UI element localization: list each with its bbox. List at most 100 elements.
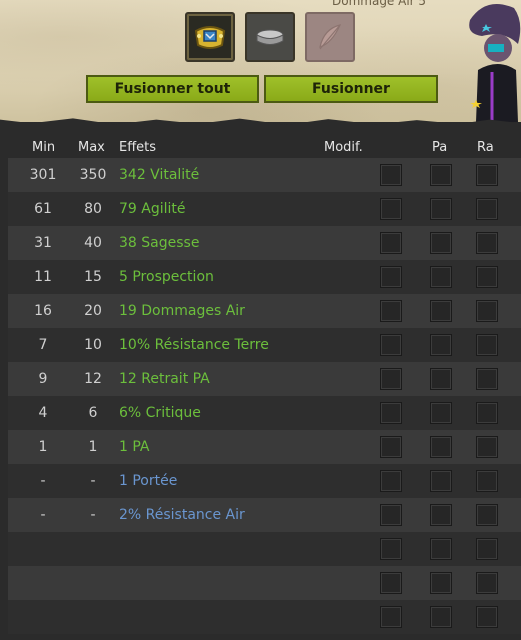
- table-row: - - 1 Portée: [8, 464, 521, 498]
- min-value: 4: [38, 405, 48, 421]
- table-row: [8, 600, 521, 634]
- pa-checkbox[interactable]: [430, 198, 452, 220]
- modif-checkbox[interactable]: [380, 266, 402, 288]
- effect-text: 342 Vitalité: [119, 167, 200, 183]
- ra-checkbox[interactable]: [476, 300, 498, 322]
- modif-checkbox[interactable]: [380, 538, 402, 560]
- min-value: 1: [38, 439, 48, 455]
- max-value: 12: [84, 371, 102, 387]
- max-value: 20: [84, 303, 102, 319]
- effect-text: 10% Résistance Terre: [119, 337, 269, 353]
- pa-checkbox[interactable]: [430, 164, 452, 186]
- feather-icon: [319, 24, 342, 50]
- effect-text: 1 Portée: [119, 473, 178, 489]
- table-row: 61 80 79 Agilité: [8, 192, 521, 226]
- modif-checkbox[interactable]: [380, 300, 402, 322]
- ra-checkbox[interactable]: [476, 164, 498, 186]
- ra-checkbox[interactable]: [476, 266, 498, 288]
- table-row: 7 10 10% Résistance Terre: [8, 328, 521, 362]
- rune-slot[interactable]: [245, 12, 295, 62]
- belt-item-icon: [194, 26, 226, 49]
- modif-checkbox[interactable]: [380, 572, 402, 594]
- pa-checkbox[interactable]: [430, 572, 452, 594]
- modif-checkbox[interactable]: [380, 334, 402, 356]
- effects-table: Min Max Effets Modif. Pa Ra 301 350 342 Vi…: [8, 136, 521, 634]
- ra-checkbox[interactable]: [476, 368, 498, 390]
- pa-checkbox[interactable]: [430, 368, 452, 390]
- max-value: 40: [84, 235, 102, 251]
- pa-checkbox[interactable]: [430, 504, 452, 526]
- min-value: 11: [34, 269, 52, 285]
- max-value: -: [90, 507, 96, 523]
- min-value: 7: [38, 337, 48, 353]
- pa-checkbox[interactable]: [430, 402, 452, 424]
- item-slot[interactable]: [185, 12, 235, 62]
- potion-slot[interactable]: [305, 12, 355, 62]
- table-body: 301 350 342 Vitalité 61 80 79 Agilité 31 40 38 S…: [8, 158, 521, 634]
- min-value: 61: [34, 201, 52, 217]
- col-modif: Modif.: [324, 140, 363, 155]
- merge-button[interactable]: Fusionner: [264, 75, 438, 103]
- min-value: 31: [34, 235, 52, 251]
- pa-checkbox[interactable]: [430, 334, 452, 356]
- merge-all-button[interactable]: Fusionner tout: [86, 75, 259, 103]
- modif-checkbox[interactable]: [380, 198, 402, 220]
- forge-header: Dommage Air 5 Fusionner tout Fusionner: [0, 0, 521, 122]
- min-value: 9: [38, 371, 48, 387]
- modif-checkbox[interactable]: [380, 402, 402, 424]
- modif-checkbox[interactable]: [380, 164, 402, 186]
- effect-text: 6% Critique: [119, 405, 201, 421]
- ra-checkbox[interactable]: [476, 470, 498, 492]
- effect-text: 79 Agilité: [119, 201, 186, 217]
- table-row: 4 6 6% Critique: [8, 396, 521, 430]
- col-effects: Effets: [119, 140, 157, 155]
- ra-checkbox[interactable]: [476, 606, 498, 628]
- pa-checkbox[interactable]: [430, 606, 452, 628]
- col-pa: Pa: [432, 140, 448, 155]
- pa-checkbox[interactable]: [430, 538, 452, 560]
- col-min: Min: [32, 140, 56, 155]
- effect-text: 2% Résistance Air: [119, 507, 245, 523]
- max-value: -: [90, 473, 96, 489]
- max-value: 350: [79, 167, 107, 183]
- min-value: -: [40, 473, 46, 489]
- min-value: 301: [29, 167, 57, 183]
- max-value: 10: [84, 337, 102, 353]
- pa-checkbox[interactable]: [430, 436, 452, 458]
- pa-checkbox[interactable]: [430, 300, 452, 322]
- table-row: - - 2% Résistance Air: [8, 498, 521, 532]
- table-row: 1 1 1 PA: [8, 430, 521, 464]
- modif-checkbox[interactable]: [380, 606, 402, 628]
- header-top-text: Dommage Air 5: [332, 0, 427, 8]
- pa-checkbox[interactable]: [430, 470, 452, 492]
- ra-checkbox[interactable]: [476, 232, 498, 254]
- max-value: 6: [88, 405, 98, 421]
- table-row: [8, 566, 521, 600]
- ra-checkbox[interactable]: [476, 538, 498, 560]
- ra-checkbox[interactable]: [476, 402, 498, 424]
- character-avatar: [469, 4, 521, 122]
- table-row: 9 12 12 Retrait PA: [8, 362, 521, 396]
- ra-checkbox[interactable]: [476, 504, 498, 526]
- pa-checkbox[interactable]: [430, 232, 452, 254]
- table-row: 11 15 5 Prospection: [8, 260, 521, 294]
- effect-text: 12 Retrait PA: [119, 371, 210, 387]
- modif-checkbox[interactable]: [380, 368, 402, 390]
- col-max: Max: [78, 140, 105, 155]
- rune-stone-icon: [256, 29, 284, 45]
- table-row: 16 20 19 Dommages Air: [8, 294, 521, 328]
- effect-text: 5 Prospection: [119, 269, 214, 285]
- modif-checkbox[interactable]: [380, 504, 402, 526]
- ra-checkbox[interactable]: [476, 436, 498, 458]
- pa-checkbox[interactable]: [430, 266, 452, 288]
- ra-checkbox[interactable]: [476, 334, 498, 356]
- modif-checkbox[interactable]: [380, 470, 402, 492]
- ra-checkbox[interactable]: [476, 198, 498, 220]
- min-value: -: [40, 507, 46, 523]
- modif-checkbox[interactable]: [380, 436, 402, 458]
- min-value: 16: [34, 303, 52, 319]
- modif-checkbox[interactable]: [380, 232, 402, 254]
- max-value: 80: [84, 201, 102, 217]
- table-header: Min Max Effets Modif. Pa Ra: [8, 136, 521, 158]
- ra-checkbox[interactable]: [476, 572, 498, 594]
